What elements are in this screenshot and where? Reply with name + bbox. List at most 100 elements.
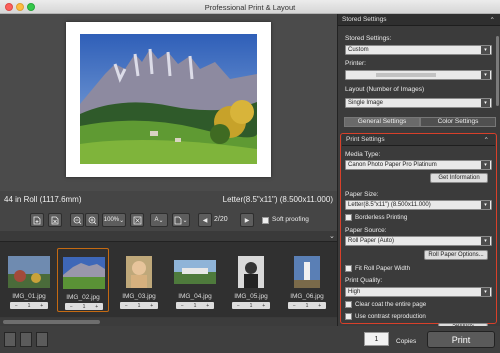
- printer-select[interactable]: ▾: [345, 70, 492, 80]
- paper-source-select[interactable]: Roll Paper (Auto) ▾: [345, 236, 492, 246]
- thumbnail-strip: IMG_01.jpg −1 + IMG_02.jpg −1 + IMG_03.jpg…: [0, 241, 337, 317]
- copy-stepper[interactable]: −1 +: [65, 303, 103, 310]
- thumbnail-item[interactable]: IMG_04.jpg −1 +: [169, 248, 221, 312]
- thumbnail-image: [126, 256, 152, 288]
- contrast-checkbox[interactable]: [345, 313, 352, 320]
- chevron-down-icon: ▾: [481, 288, 490, 296]
- paper-size-label: Paper Size:: [345, 191, 379, 198]
- zoom-select[interactable]: 100% ⌄: [102, 213, 126, 227]
- text-icon[interactable]: A ⌄: [150, 213, 168, 227]
- layout-label: Layout (Number of Images): [345, 86, 425, 93]
- borderless-checkbox[interactable]: [345, 214, 352, 221]
- print-quality-select[interactable]: High ▾: [345, 287, 492, 297]
- copy-stepper[interactable]: −1 +: [288, 302, 326, 309]
- thumbnail-image: [294, 256, 320, 288]
- borderless-label: Borderless Printing: [355, 214, 408, 221]
- view-mode-icon[interactable]: [20, 332, 32, 347]
- paper-source-value: Roll Paper (Auto): [348, 238, 395, 244]
- contrast-label: Use contrast reproduction: [355, 313, 426, 320]
- add-page-icon[interactable]: [30, 213, 44, 227]
- scrollbar-knob[interactable]: [3, 320, 100, 324]
- chevron-down-icon: ▾: [481, 161, 490, 169]
- preview-area[interactable]: [0, 14, 337, 191]
- zoom-value: 100%: [103, 217, 120, 223]
- prev-page-icon[interactable]: ◀: [198, 213, 212, 227]
- media-type-value: Canon Photo Paper Pro Platinum: [348, 162, 437, 168]
- thumbnail-name: IMG_02.jpg: [66, 294, 100, 301]
- fit-roll-width-label: Fit Roll Paper Width: [355, 265, 411, 272]
- stored-settings-header[interactable]: Stored Settings ⌃: [338, 14, 500, 26]
- roll-paper-options-button[interactable]: Roll Paper Options...: [424, 250, 488, 260]
- soft-proofing-checkbox[interactable]: [262, 217, 269, 224]
- thumbnail-name: IMG_06.jpg: [290, 293, 324, 300]
- media-type-select[interactable]: Canon Photo Paper Pro Platinum ▾: [345, 160, 492, 170]
- get-information-button[interactable]: Get Information: [430, 173, 488, 183]
- soft-proofing-label: Soft proofing: [272, 216, 309, 223]
- title-bar: Professional Print & Layout: [0, 0, 500, 14]
- collapse-icon: ⌃: [483, 137, 489, 144]
- chevron-down-icon: ▾: [481, 201, 490, 209]
- print-quality-label: Print Quality:: [345, 277, 383, 284]
- panel-scrollbar[interactable]: [496, 36, 499, 106]
- thumbnail-scrollbar[interactable]: [0, 318, 337, 326]
- copies-label: Copies: [396, 338, 417, 345]
- remove-page-icon[interactable]: [48, 213, 62, 227]
- stored-settings-value: Custom: [348, 47, 369, 53]
- tab-color-settings[interactable]: Color Settings: [420, 117, 496, 127]
- thumbnail-name: IMG_05.jpg: [234, 293, 268, 300]
- thumbnail-image: [63, 257, 105, 289]
- clear-coat-checkbox[interactable]: [345, 301, 352, 308]
- copies-input[interactable]: 1: [364, 332, 389, 346]
- clear-coat-label: Clear coat the entire page: [355, 301, 427, 308]
- print-button[interactable]: Print: [427, 331, 495, 348]
- paper-size-value: Letter(8.5"x11") (8.500x11.000): [348, 202, 431, 208]
- print-quality-value: High: [348, 289, 361, 295]
- copy-stepper[interactable]: −1 +: [232, 302, 270, 309]
- thumbnail-image: [174, 260, 216, 284]
- layout-select[interactable]: Single Image ▾: [345, 98, 492, 108]
- stored-settings-header-label: Stored Settings: [342, 16, 387, 23]
- fit-icon[interactable]: [130, 213, 144, 227]
- chevron-down-icon: ▾: [481, 46, 490, 54]
- landscape-photo[interactable]: [80, 34, 257, 164]
- view-mode-icon[interactable]: [36, 332, 48, 347]
- thumbnail-item[interactable]: IMG_06.jpg −1 +: [281, 248, 333, 312]
- thumbnail-item[interactable]: IMG_01.jpg −1 +: [3, 248, 55, 312]
- fit-roll-width-checkbox[interactable]: [345, 265, 352, 272]
- thumbnail-name: IMG_04.jpg: [178, 293, 212, 300]
- zoom-in-icon[interactable]: [85, 213, 99, 227]
- copy-stepper[interactable]: −1 +: [10, 302, 48, 309]
- thumbnail-item[interactable]: IMG_03.jpg −1 +: [113, 248, 165, 312]
- settings-panel: Stored Settings ⌃ Stored Settings: Custo…: [337, 14, 500, 327]
- collapse-icon: ⌃: [489, 17, 495, 24]
- print-settings-header[interactable]: Print Settings ⌃: [342, 134, 495, 146]
- page-setup-icon[interactable]: ⌄: [172, 213, 190, 227]
- stored-settings-label: Stored Settings:: [345, 35, 392, 42]
- next-page-icon[interactable]: ▶: [240, 213, 254, 227]
- copy-stepper[interactable]: −1 +: [120, 302, 158, 309]
- tab-general-settings[interactable]: General Settings: [344, 117, 420, 127]
- thumbnail-image: [8, 256, 50, 288]
- paper-size-select[interactable]: Letter(8.5"x11") (8.500x11.000) ▾: [345, 200, 492, 210]
- thumbnail-item[interactable]: IMG_05.jpg −1 +: [225, 248, 277, 312]
- preview-toolbar: 100% ⌄ A ⌄ ⌄ ◀ 2/20 ▶ Soft proofing: [0, 209, 337, 231]
- roll-info: 44 in Roll (1117.6mm): [4, 195, 82, 204]
- view-mode-icon[interactable]: [4, 332, 16, 347]
- bottom-bar: 1 Copies Print: [0, 326, 500, 353]
- paper-size-info: Letter(8.5"x11") (8.500x11.000): [222, 195, 333, 204]
- copy-stepper[interactable]: −1 +: [176, 302, 214, 309]
- stored-settings-select[interactable]: Custom ▾: [345, 45, 492, 55]
- layout-value: Single Image: [348, 100, 384, 106]
- zoom-out-icon[interactable]: [70, 213, 84, 227]
- thumbnail-name: IMG_01.jpg: [12, 293, 46, 300]
- preview-info-bar: 44 in Roll (1117.6mm) Letter(8.5"x11") (…: [0, 191, 337, 209]
- thumbnail-name: IMG_03.jpg: [122, 293, 156, 300]
- collapse-chevron-icon[interactable]: ⌄: [329, 232, 335, 240]
- thumbnail-image: [238, 256, 264, 288]
- paper-preview: [66, 22, 271, 177]
- chevron-down-icon: ▾: [481, 99, 490, 107]
- thumbnail-item-selected[interactable]: IMG_02.jpg −1 +: [57, 248, 109, 312]
- chevron-down-icon: ▾: [481, 237, 490, 245]
- chevron-down-icon: ⌄: [119, 217, 125, 224]
- page-indicator: 2/20: [214, 216, 228, 223]
